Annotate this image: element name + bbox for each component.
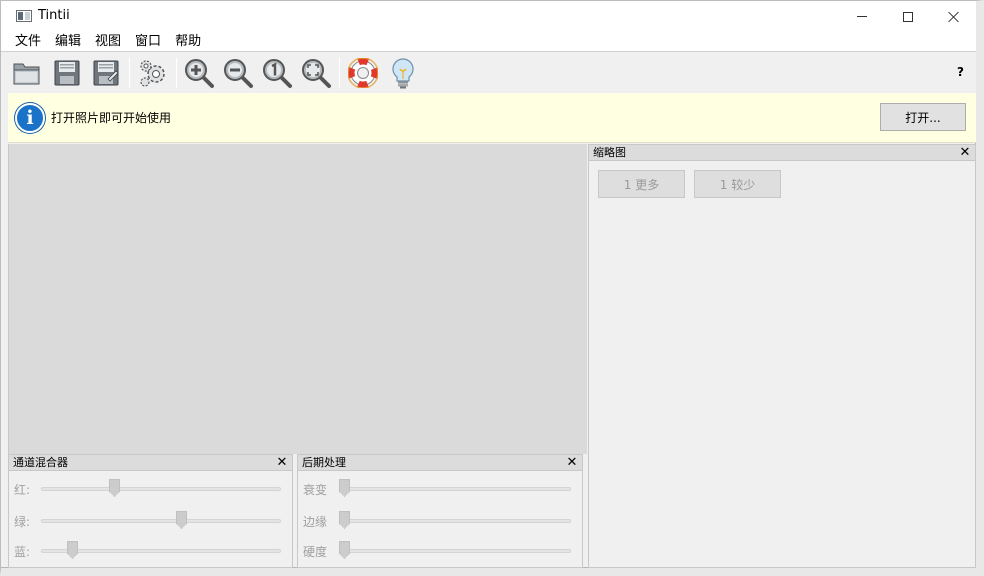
decay-slider-label: 衰变: [303, 483, 328, 497]
toolbar-separator: [129, 58, 130, 88]
zoom-actual-size-icon[interactable]: [261, 57, 293, 89]
decay-slider-track[interactable]: [340, 487, 571, 491]
whats-this-help-button[interactable]: ?: [957, 65, 964, 79]
open-folder-icon[interactable]: [11, 57, 43, 89]
blue-slider-row: 蓝:: [9, 540, 292, 560]
minimize-button[interactable]: [839, 1, 885, 32]
title-bar[interactable]: Tintii: [1, 1, 976, 32]
close-button[interactable]: [931, 1, 977, 32]
info-message: 打开照片即可开始使用: [51, 111, 172, 125]
app-window: Tintii 文件 编辑 视图 窗口 帮助 ? i 打开照片即可开始使用 打开.…: [0, 0, 984, 576]
thumbnails-title: 缩略图: [589, 145, 975, 161]
toolbar-separator: [339, 58, 340, 88]
info-bar: i 打开照片即可开始使用 打开...: [8, 93, 976, 143]
decay-slider-row: 衰变: [298, 478, 582, 498]
image-canvas[interactable]: [8, 144, 587, 454]
thumbnails-panel: 缩略图 ✕ 1 更多 1 较少: [588, 144, 976, 568]
edge-slider-handle[interactable]: [339, 511, 350, 529]
zoom-in-icon[interactable]: [183, 57, 215, 89]
post-processing-close-icon[interactable]: ✕: [566, 455, 578, 471]
red-slider-row: 红:: [9, 478, 292, 498]
channel-mixer-close-icon[interactable]: ✕: [276, 455, 288, 471]
fewer-thumbnails-button[interactable]: 1 较少: [694, 170, 781, 198]
red-slider-track[interactable]: [41, 487, 281, 491]
save-icon[interactable]: [51, 57, 83, 89]
post-processing-title-text: 后期处理: [302, 456, 346, 469]
channel-mixer-panel: 通道混合器 ✕ 红: 绿: 蓝:: [8, 454, 293, 568]
hardness-slider-handle[interactable]: [339, 541, 350, 559]
edge-slider-track[interactable]: [340, 519, 571, 523]
thumbnails-title-text: 缩略图: [593, 146, 626, 159]
menu-window[interactable]: 窗口: [128, 32, 168, 51]
toolbar-separator: [176, 58, 177, 88]
close-icon: [948, 11, 960, 23]
info-icon: i: [15, 103, 45, 133]
decay-slider-handle[interactable]: [339, 479, 350, 497]
toolbar: ?: [1, 52, 976, 93]
green-slider-label: 绿:: [14, 515, 31, 529]
blue-slider-handle[interactable]: [67, 541, 78, 559]
post-processing-title: 后期处理: [298, 455, 582, 471]
channel-mixer-title-text: 通道混合器: [13, 456, 68, 469]
app-icon: [16, 10, 32, 22]
tip-lightbulb-icon[interactable]: [387, 57, 419, 89]
zoom-out-icon[interactable]: [222, 57, 254, 89]
menu-edit[interactable]: 编辑: [48, 32, 88, 51]
menu-bar: 文件 编辑 视图 窗口 帮助: [1, 32, 976, 52]
hardness-slider-label: 硬度: [303, 545, 328, 559]
green-slider-handle[interactable]: [176, 511, 187, 529]
hardness-slider-row: 硬度: [298, 540, 582, 560]
edge-slider-label: 边缘: [303, 515, 328, 529]
menu-file[interactable]: 文件: [8, 32, 48, 51]
settings-gear-icon[interactable]: [137, 57, 169, 89]
menu-help[interactable]: 帮助: [168, 32, 208, 51]
thumbnails-close-icon[interactable]: ✕: [959, 145, 971, 161]
red-slider-handle[interactable]: [109, 479, 120, 497]
red-slider-label: 红:: [14, 483, 31, 497]
green-slider-track[interactable]: [41, 519, 281, 523]
window-frame: Tintii 文件 编辑 视图 窗口 帮助 ? i 打开照片即可开始使用 打开.…: [1, 1, 976, 568]
post-processing-panel: 后期处理 ✕ 衰变 边缘 硬度: [297, 454, 583, 568]
more-thumbnails-button[interactable]: 1 更多: [598, 170, 685, 198]
zoom-fit-icon[interactable]: [300, 57, 332, 89]
maximize-button[interactable]: [885, 1, 931, 32]
blue-slider-label: 蓝:: [14, 545, 31, 559]
channel-mixer-title: 通道混合器: [9, 455, 292, 471]
hardness-slider-track[interactable]: [340, 549, 571, 553]
save-as-icon[interactable]: [90, 57, 122, 89]
open-button[interactable]: 打开...: [880, 103, 966, 131]
green-slider-row: 绿:: [9, 510, 292, 530]
minimize-icon: [857, 16, 867, 17]
maximize-icon: [903, 11, 913, 22]
edge-slider-row: 边缘: [298, 510, 582, 530]
window-title: Tintii: [38, 8, 70, 23]
help-lifebuoy-icon[interactable]: [347, 57, 379, 89]
menu-view[interactable]: 视图: [88, 32, 128, 51]
